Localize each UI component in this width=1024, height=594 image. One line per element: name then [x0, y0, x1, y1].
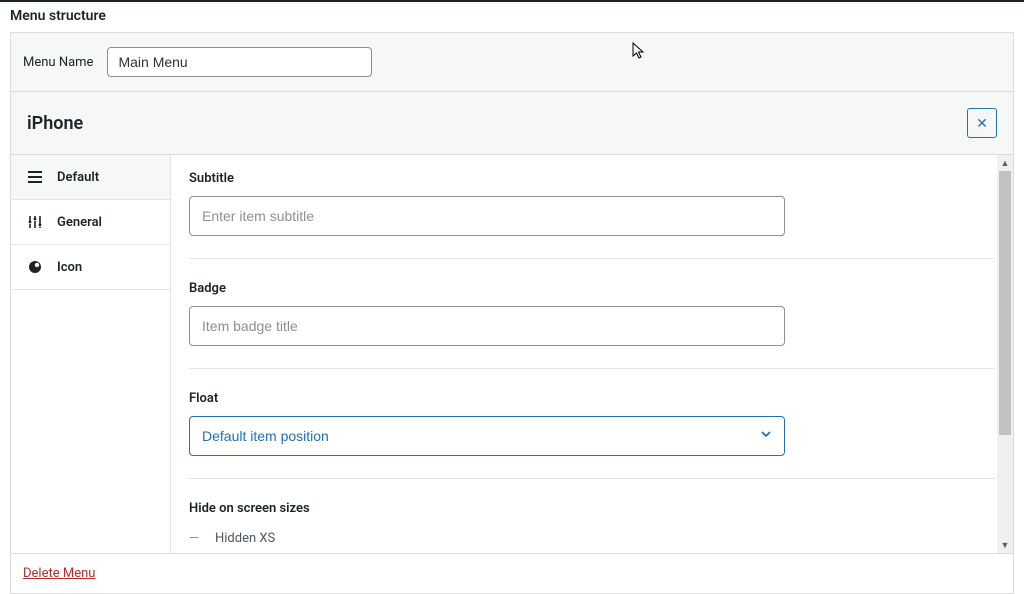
item-header: iPhone ✕ — [11, 92, 1013, 155]
menu-name-input[interactable] — [107, 47, 372, 77]
delete-menu-link[interactable]: Delete Menu — [23, 566, 95, 581]
badge-label: Badge — [189, 281, 995, 296]
subtitle-label: Subtitle — [189, 171, 995, 186]
hide-option[interactable]: — Hidden XS — [189, 526, 995, 551]
field-subtitle: Subtitle — [189, 171, 995, 259]
menu-name-label: Menu Name — [23, 55, 93, 70]
close-icon: ✕ — [976, 116, 988, 130]
item-title: iPhone — [27, 113, 83, 134]
tab-label: Icon — [57, 260, 82, 275]
tab-general[interactable]: General — [11, 200, 170, 245]
scroll-up-icon: ▲ — [997, 155, 1013, 171]
float-select[interactable]: Default item position — [189, 416, 785, 456]
scrollbar-thumb[interactable] — [999, 171, 1011, 435]
tab-label: Default — [57, 170, 99, 185]
menu-name-row: Menu Name — [11, 33, 1013, 92]
tab-default[interactable]: Default — [11, 155, 170, 200]
panel-footer: Delete Menu — [11, 553, 1013, 593]
content-wrap: Default General Icon Subtitle Ba — [11, 155, 1013, 553]
palette-icon — [27, 259, 43, 275]
scroll-down-icon: ▼ — [997, 537, 1013, 553]
hide-option-label: Hidden XS — [215, 531, 275, 546]
field-hide-sizes: Hide on screen sizes — Hidden XS — Hidde… — [189, 479, 995, 553]
section-title: Menu structure — [10, 8, 106, 24]
field-float: Float Default item position — [189, 369, 995, 479]
hamburger-icon — [27, 169, 43, 185]
hide-sizes-label: Hide on screen sizes — [189, 501, 995, 516]
tab-label: General — [57, 215, 102, 230]
close-button[interactable]: ✕ — [967, 108, 997, 138]
scrollbar[interactable]: ▲ ▼ — [997, 155, 1013, 553]
menu-panel: Menu Name iPhone ✕ Default General — [10, 32, 1014, 594]
settings-content: Subtitle Badge Float Default item positi… — [171, 155, 1013, 553]
dash-icon: — — [189, 531, 203, 546]
badge-input[interactable] — [189, 306, 785, 346]
section-header: Menu structure — [0, 2, 1024, 32]
sliders-icon — [27, 214, 43, 230]
settings-tabs: Default General Icon — [11, 155, 171, 553]
hide-option[interactable]: — Hidden SM — [189, 551, 995, 553]
subtitle-input[interactable] — [189, 196, 785, 236]
field-badge: Badge — [189, 259, 995, 369]
tab-icon[interactable]: Icon — [11, 245, 170, 290]
float-label: Float — [189, 391, 995, 406]
